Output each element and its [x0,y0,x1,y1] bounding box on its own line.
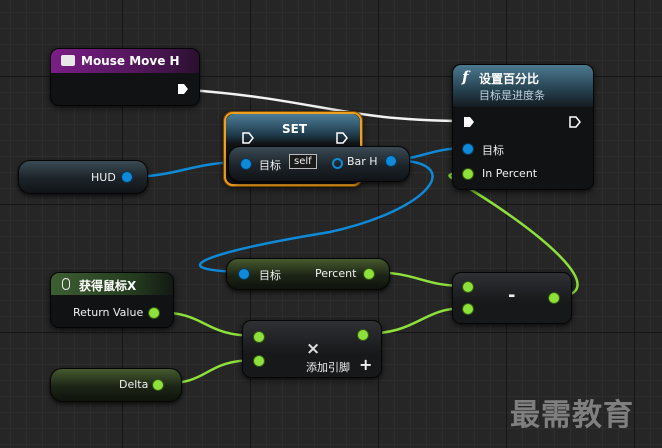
delta-variable-label: Delta [119,378,149,391]
multiply-b-pin[interactable] [254,356,264,366]
set-exec-in-pin[interactable] [242,132,254,144]
get-mouse-x-node[interactable]: 获得鼠标X Return Value [50,272,174,328]
percent-target-pin[interactable] [463,144,473,154]
getpercent-output-pin[interactable] [364,269,374,279]
event-node-title: Mouse Move H [81,54,180,68]
percent-exec-out-pin[interactable] [569,116,581,128]
event-node-mouse-move[interactable]: Mouse Move H [50,48,200,106]
hud-variable-label: HUD [91,171,116,184]
set-exec-out-pin[interactable] [336,132,348,144]
percent-in-percent-pin[interactable] [463,169,473,179]
set-percent-header: f 设置百分比 目标是进度条 [453,65,593,107]
event-icon [61,55,75,66]
subtract-symbol: - [508,285,516,306]
return-value-label: Return Value [73,306,144,319]
barh-output-label: Bar H [347,155,378,168]
percent-in-percent-label: In Percent [482,167,538,180]
function-icon: f [462,68,469,86]
set-percent-title: 设置百分比 [479,72,540,86]
barh-self-box[interactable]: self [289,154,317,169]
add-pin-icon[interactable]: + [359,355,372,374]
multiply-output-pin[interactable] [358,330,368,340]
set-percent-subtitle: 目标是进度条 [479,89,545,102]
set-percent-node[interactable]: f 设置百分比 目标是进度条 目标 In Percent [452,64,594,190]
hud-output-pin[interactable] [122,172,132,182]
mouse-icon [62,278,70,290]
delta-output-pin[interactable] [153,380,163,390]
subtract-b-pin[interactable] [463,304,473,314]
multiply-symbol: × [306,339,321,359]
event-exec-out-pin[interactable] [177,83,189,95]
event-node-header: Mouse Move H [51,49,199,73]
hud-variable-node[interactable]: HUD [18,160,148,194]
barh-target-pin[interactable] [241,159,251,169]
get-percent-node[interactable]: 目标 Percent [226,258,390,290]
get-mouse-title: 获得鼠标X [79,279,137,293]
getpercent-output-label: Percent [315,267,357,280]
getpercent-target-pin[interactable] [239,269,249,279]
get-mouse-header: 获得鼠标X [51,273,173,295]
subtract-output-pin[interactable] [549,293,559,303]
percent-exec-in-pin[interactable] [463,116,475,128]
getpercent-target-label: 目标 [259,269,281,282]
add-pin-label[interactable]: 添加引脚 [306,359,350,375]
multiply-node[interactable]: × 添加引脚 + [242,320,382,378]
multiply-a-pin[interactable] [254,332,264,342]
barh-setter-pin[interactable] [332,158,343,169]
barh-output-pin[interactable] [386,156,396,166]
barh-variable-node[interactable]: 目标 self Bar H [228,146,410,182]
set-node-title: SET [282,122,308,136]
barh-target-label: 目标 [259,159,281,172]
return-value-pin[interactable] [149,308,159,318]
subtract-node[interactable]: - [452,272,572,324]
subtract-a-pin[interactable] [463,282,473,292]
watermark-logo: 最需教育 [510,398,634,433]
percent-target-label: 目标 [482,144,504,157]
delta-variable-node[interactable]: Delta [50,368,182,402]
